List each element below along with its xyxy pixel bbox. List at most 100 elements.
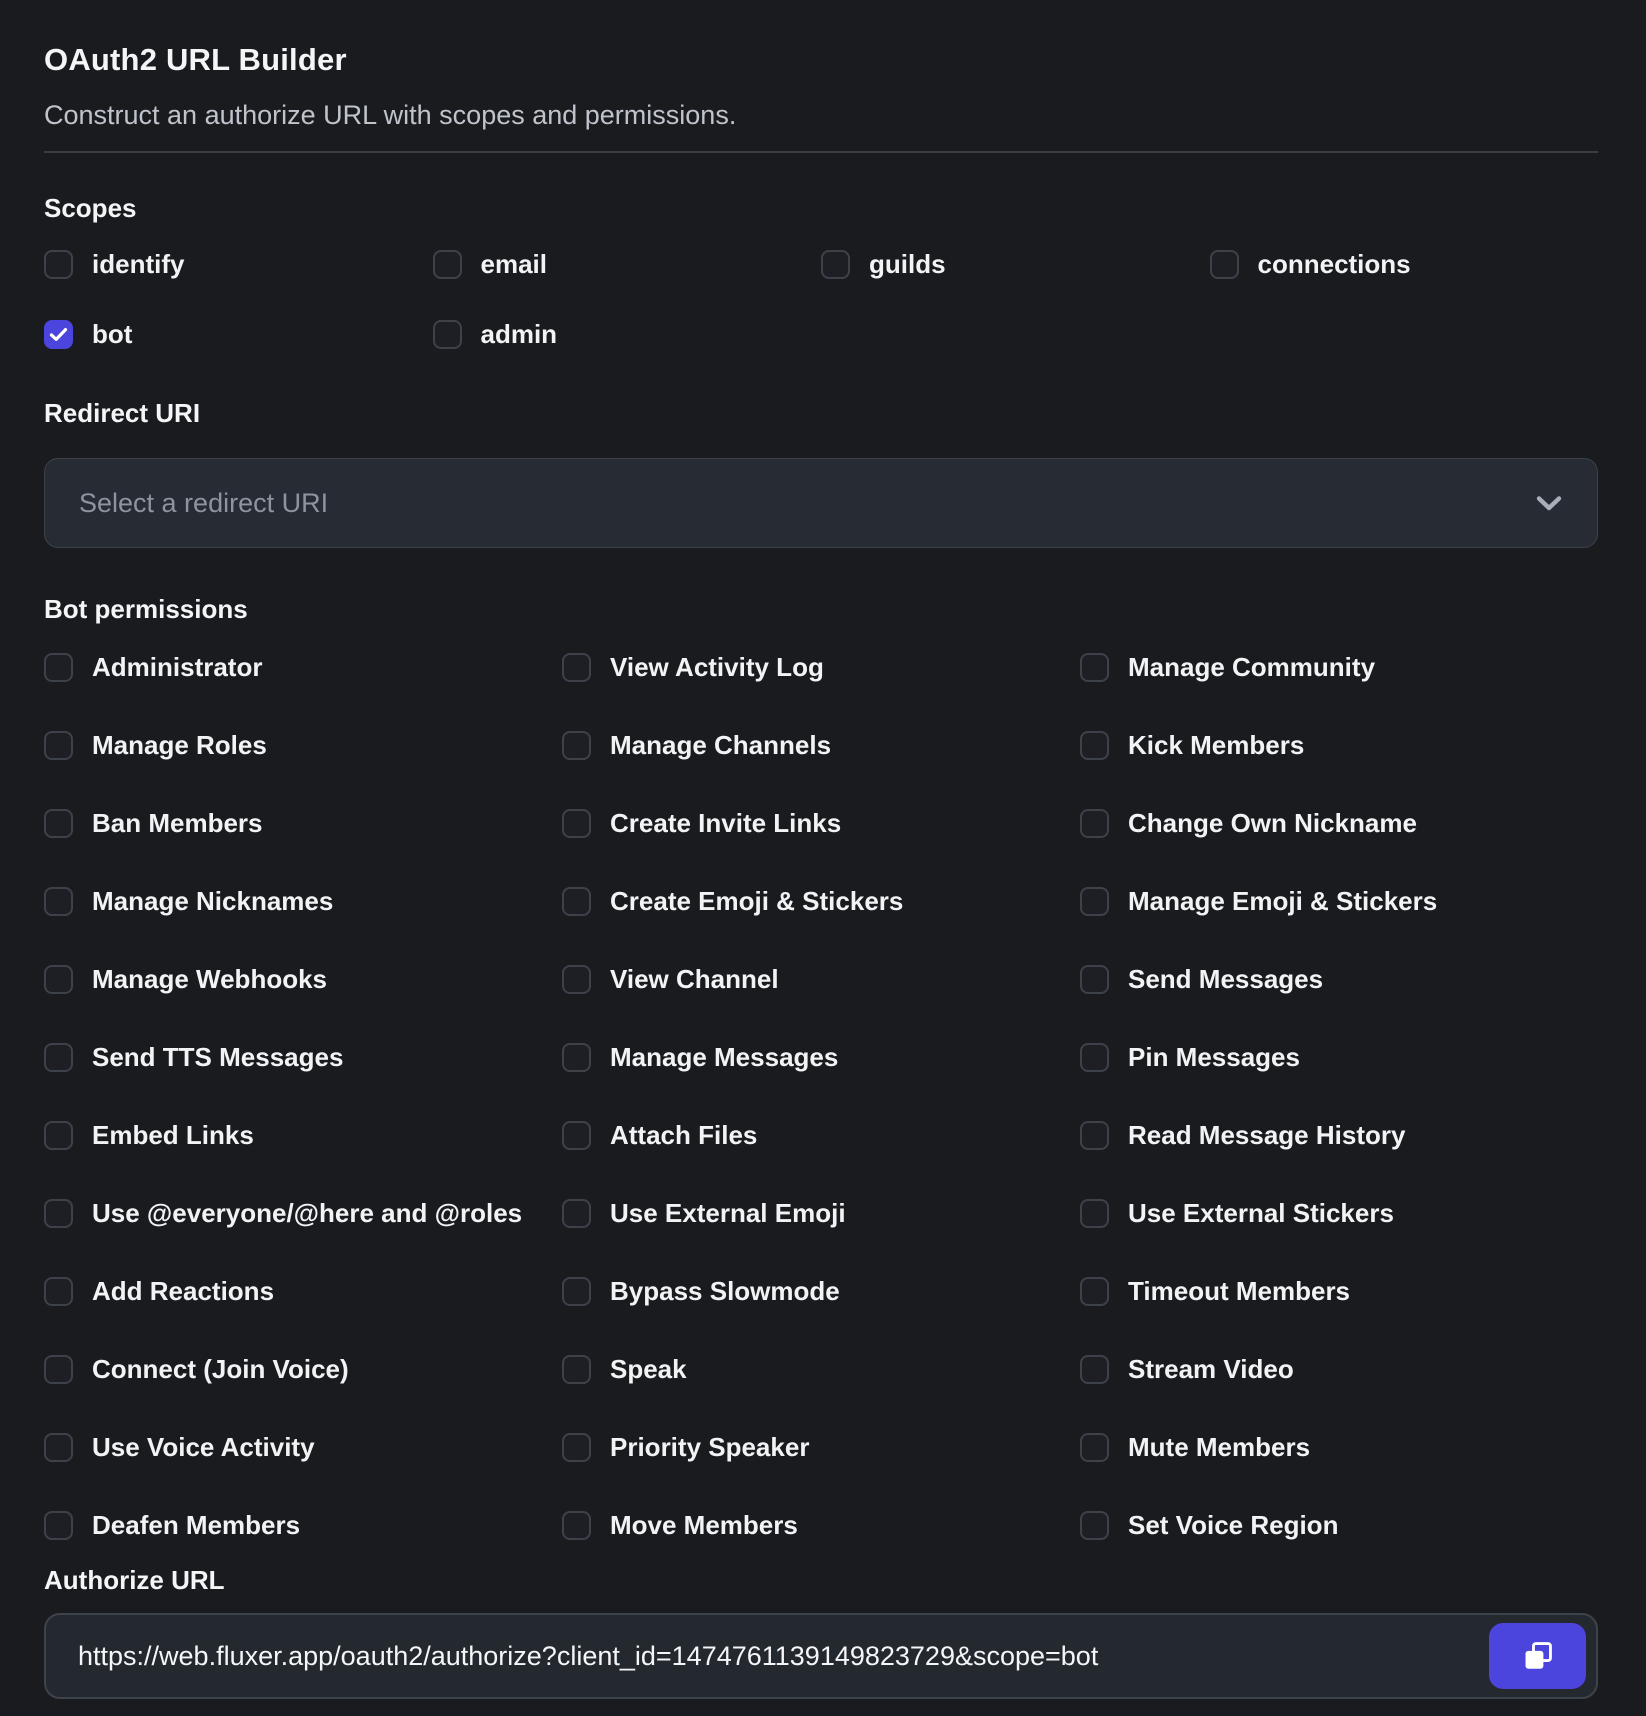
permission-checkbox-row[interactable]: Use External Stickers xyxy=(1080,1198,1598,1229)
permission-checkbox-row[interactable]: Bypass Slowmode xyxy=(562,1276,1080,1307)
permission-checkbox-row[interactable]: Priority Speaker xyxy=(562,1432,1080,1463)
permission-checkbox-row[interactable]: Timeout Members xyxy=(1080,1276,1598,1307)
permission-checkbox[interactable] xyxy=(44,1199,73,1228)
permission-checkbox[interactable] xyxy=(44,809,73,838)
permission-checkbox[interactable] xyxy=(562,1433,591,1462)
permission-checkbox[interactable] xyxy=(1080,1199,1109,1228)
permission-checkbox[interactable] xyxy=(562,731,591,760)
permission-checkbox[interactable] xyxy=(1080,1277,1109,1306)
permission-checkbox[interactable] xyxy=(562,965,591,994)
permission-checkbox-row[interactable]: Pin Messages xyxy=(1080,1042,1598,1073)
permission-checkbox[interactable] xyxy=(1080,1355,1109,1384)
scope-checkbox[interactable] xyxy=(433,320,462,349)
permission-checkbox-row[interactable]: Embed Links xyxy=(44,1120,562,1151)
scope-checkbox[interactable] xyxy=(821,250,850,279)
scopes-heading: Scopes xyxy=(44,191,1598,225)
scope-checkbox-row[interactable]: connections xyxy=(1210,249,1599,280)
bot-permissions-heading: Bot permissions xyxy=(44,592,1598,626)
permission-checkbox-row[interactable]: Create Emoji & Stickers xyxy=(562,886,1080,917)
permission-checkbox[interactable] xyxy=(1080,1121,1109,1150)
permission-checkbox[interactable] xyxy=(1080,809,1109,838)
permission-checkbox-row[interactable]: Change Own Nickname xyxy=(1080,808,1598,839)
permission-checkbox[interactable] xyxy=(562,1199,591,1228)
permission-checkbox[interactable] xyxy=(44,1121,73,1150)
redirect-uri-select[interactable]: Select a redirect URI xyxy=(44,458,1598,548)
permission-checkbox[interactable] xyxy=(44,887,73,916)
permission-checkbox[interactable] xyxy=(1080,1511,1109,1540)
permission-label: Priority Speaker xyxy=(610,1432,809,1463)
permission-checkbox[interactable] xyxy=(44,731,73,760)
permission-checkbox-row[interactable]: Attach Files xyxy=(562,1120,1080,1151)
permission-checkbox[interactable] xyxy=(562,1511,591,1540)
permission-checkbox-row[interactable]: Manage Webhooks xyxy=(44,964,562,995)
permission-checkbox[interactable] xyxy=(562,1043,591,1072)
permission-checkbox-row[interactable]: Manage Community xyxy=(1080,652,1598,683)
scope-checkbox[interactable] xyxy=(433,250,462,279)
permission-checkbox[interactable] xyxy=(562,887,591,916)
permission-checkbox[interactable] xyxy=(562,1277,591,1306)
permission-checkbox[interactable] xyxy=(562,809,591,838)
permission-checkbox-row[interactable]: Kick Members xyxy=(1080,730,1598,761)
scope-checkbox-row[interactable]: email xyxy=(433,249,822,280)
permission-checkbox-row[interactable]: Manage Emoji & Stickers xyxy=(1080,886,1598,917)
permission-checkbox-row[interactable]: Move Members xyxy=(562,1510,1080,1541)
authorize-url-input[interactable] xyxy=(78,1641,1489,1672)
permission-label: View Channel xyxy=(610,964,779,995)
permission-checkbox-row[interactable]: Set Voice Region xyxy=(1080,1510,1598,1541)
permission-checkbox-row[interactable]: Manage Channels xyxy=(562,730,1080,761)
permission-checkbox-row[interactable]: Send TTS Messages xyxy=(44,1042,562,1073)
permission-label: Pin Messages xyxy=(1128,1042,1300,1073)
authorize-url-bar xyxy=(44,1613,1598,1699)
permission-checkbox[interactable] xyxy=(44,1433,73,1462)
scope-checkbox[interactable] xyxy=(1210,250,1239,279)
permission-checkbox[interactable] xyxy=(562,1355,591,1384)
permission-checkbox-row[interactable]: Read Message History xyxy=(1080,1120,1598,1151)
scope-label: admin xyxy=(481,319,558,350)
permission-checkbox[interactable] xyxy=(44,653,73,682)
permission-checkbox[interactable] xyxy=(1080,731,1109,760)
scope-checkbox-row[interactable]: identify xyxy=(44,249,433,280)
permission-checkbox-row[interactable]: Use @everyone/@here and @roles xyxy=(44,1198,562,1229)
permission-checkbox-row[interactable]: Manage Roles xyxy=(44,730,562,761)
scope-checkbox-row[interactable]: bot xyxy=(44,319,433,350)
permission-checkbox-row[interactable]: Use Voice Activity xyxy=(44,1432,562,1463)
permission-checkbox-row[interactable]: Add Reactions xyxy=(44,1276,562,1307)
permission-label: Move Members xyxy=(610,1510,798,1541)
permission-checkbox-row[interactable]: View Activity Log xyxy=(562,652,1080,683)
permission-checkbox[interactable] xyxy=(44,965,73,994)
permission-checkbox[interactable] xyxy=(1080,1043,1109,1072)
scope-checkbox-row[interactable]: guilds xyxy=(821,249,1210,280)
permission-checkbox[interactable] xyxy=(1080,887,1109,916)
permission-checkbox-row[interactable]: View Channel xyxy=(562,964,1080,995)
permission-checkbox[interactable] xyxy=(562,1121,591,1150)
permission-checkbox[interactable] xyxy=(1080,653,1109,682)
permission-checkbox[interactable] xyxy=(562,653,591,682)
permission-checkbox[interactable] xyxy=(1080,1433,1109,1462)
permission-checkbox-row[interactable]: Use External Emoji xyxy=(562,1198,1080,1229)
permission-checkbox[interactable] xyxy=(44,1277,73,1306)
permission-checkbox-row[interactable]: Mute Members xyxy=(1080,1432,1598,1463)
scope-label: email xyxy=(481,249,548,280)
permission-checkbox[interactable] xyxy=(44,1355,73,1384)
permission-label: Change Own Nickname xyxy=(1128,808,1417,839)
scope-checkbox[interactable] xyxy=(44,320,73,349)
permission-label: Ban Members xyxy=(92,808,263,839)
permission-checkbox[interactable] xyxy=(44,1511,73,1540)
permission-checkbox-row[interactable]: Manage Nicknames xyxy=(44,886,562,917)
permission-checkbox-row[interactable]: Send Messages xyxy=(1080,964,1598,995)
permission-checkbox-row[interactable]: Connect (Join Voice) xyxy=(44,1354,562,1385)
permission-checkbox-row[interactable]: Manage Messages xyxy=(562,1042,1080,1073)
permission-label: Send TTS Messages xyxy=(92,1042,343,1073)
scope-checkbox[interactable] xyxy=(44,250,73,279)
permission-checkbox-row[interactable]: Ban Members xyxy=(44,808,562,839)
permission-label: Bypass Slowmode xyxy=(610,1276,840,1307)
permission-checkbox[interactable] xyxy=(1080,965,1109,994)
permission-checkbox-row[interactable]: Administrator xyxy=(44,652,562,683)
permission-checkbox-row[interactable]: Deafen Members xyxy=(44,1510,562,1541)
permission-checkbox-row[interactable]: Stream Video xyxy=(1080,1354,1598,1385)
permission-checkbox[interactable] xyxy=(44,1043,73,1072)
permission-checkbox-row[interactable]: Create Invite Links xyxy=(562,808,1080,839)
scope-checkbox-row[interactable]: admin xyxy=(433,319,822,350)
permission-checkbox-row[interactable]: Speak xyxy=(562,1354,1080,1385)
copy-button[interactable] xyxy=(1489,1623,1586,1689)
